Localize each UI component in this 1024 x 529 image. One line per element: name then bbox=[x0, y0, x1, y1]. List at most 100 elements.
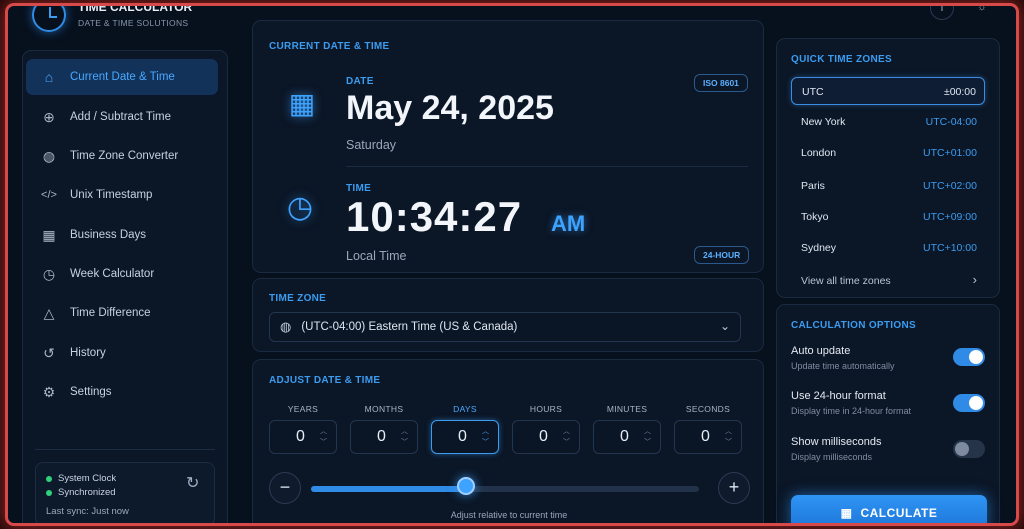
months-stepper[interactable]: 0 ︿ ﹀ bbox=[350, 420, 418, 454]
seconds-stepper[interactable]: 0 ︿ ﹀ bbox=[674, 420, 742, 454]
app-window: TIME CALCULATOR DATE & TIME SOLUTIONS i … bbox=[8, 6, 1016, 523]
ampm: AM bbox=[551, 211, 586, 236]
field-value: 0 bbox=[296, 428, 305, 445]
24-hour-toggle[interactable] bbox=[953, 394, 985, 412]
tz-name: New York bbox=[801, 116, 846, 128]
sidebar-item-current-date-time[interactable]: ⌂ Current Date & Time bbox=[26, 59, 218, 95]
stepper-arrows-icon[interactable]: ︿ ﹀ bbox=[563, 426, 570, 448]
tz-row-tokyo[interactable]: Tokyo UTC+09:00 bbox=[791, 203, 985, 231]
tz-name: Sydney bbox=[801, 242, 837, 254]
field-label: HOURS bbox=[529, 404, 563, 414]
time-zone-value: (UTC-04:00) Eastern Time (US & Canada) bbox=[301, 321, 518, 333]
option-desc: Display time in 24-hour format bbox=[791, 406, 912, 416]
tz-name: Tokyo bbox=[801, 211, 829, 223]
tz-offset: ±00:00 bbox=[943, 86, 976, 98]
tz-name: London bbox=[801, 147, 837, 159]
sun-icon[interactable]: ☼ bbox=[970, 6, 994, 20]
section-label: CURRENT DATE & TIME bbox=[269, 41, 390, 52]
stepper-arrows-icon[interactable]: ︿ ﹀ bbox=[320, 426, 327, 448]
sidebar-item-history[interactable]: ↺ History bbox=[26, 335, 218, 371]
calculation-options-card: CALCULATION OPTIONS Auto update Update t… bbox=[776, 304, 1000, 523]
years-stepper[interactable]: 0 ︿ ﹀ bbox=[269, 420, 337, 454]
stepper-arrows-icon[interactable]: ︿ ﹀ bbox=[644, 426, 651, 448]
hours-stepper[interactable]: 0 ︿ ﹀ bbox=[512, 420, 580, 454]
stepper-arrows-icon[interactable]: ︿ ﹀ bbox=[482, 426, 489, 448]
app-subtitle: DATE & TIME SOLUTIONS bbox=[78, 18, 189, 28]
history-icon: ↺ bbox=[43, 344, 55, 361]
sidebar-item-time-difference[interactable]: △ Time Difference bbox=[26, 295, 218, 331]
time-zone-select[interactable]: ◍ (UTC-04:00) Eastern Time (US & Canada)… bbox=[269, 312, 741, 342]
tz-row-new-york[interactable]: New York UTC-04:00 bbox=[791, 108, 985, 136]
chevron-right-icon: › bbox=[972, 272, 977, 287]
sidebar-item-label: Unix Timestamp bbox=[70, 189, 153, 201]
refresh-icon[interactable]: ↻ bbox=[186, 473, 199, 493]
calendar-icon: ▦ bbox=[288, 88, 316, 119]
sidebar-item-week-calculator[interactable]: ◷ Week Calculator bbox=[26, 256, 218, 292]
auto-update-toggle[interactable] bbox=[953, 348, 985, 366]
calendar-icon: ▦ bbox=[42, 226, 56, 243]
calculate-label: CALCULATE bbox=[860, 506, 938, 520]
view-all-zones-link[interactable]: View all time zones › bbox=[791, 267, 985, 295]
sidebar-item-label: Business Days bbox=[70, 229, 147, 241]
field-value: 0 bbox=[701, 428, 710, 445]
adjust-hint: Adjust relative to current time bbox=[450, 510, 568, 520]
clock-icon: ◷ bbox=[286, 191, 314, 224]
sidebar-item-label: Add / Subtract Time bbox=[70, 111, 171, 123]
stepper-arrows-icon[interactable]: ︿ ﹀ bbox=[401, 426, 408, 448]
milliseconds-toggle[interactable] bbox=[953, 440, 985, 458]
days-stepper[interactable]: 0 ︿ ﹀ bbox=[431, 420, 499, 454]
adjust-card: ADJUST DATE & TIME YEARS 0 ︿ ﹀ MONTHS 0 ︿… bbox=[252, 359, 764, 523]
calculate-button[interactable]: ▦ CALCULATE bbox=[791, 495, 987, 523]
tz-name: UTC bbox=[802, 86, 824, 98]
sidebar-item-time-zone-converter[interactable]: ◍ Time Zone Converter bbox=[26, 138, 218, 174]
time-sub: Local Time bbox=[346, 249, 407, 263]
sidebar-item-business-days[interactable]: ▦ Business Days bbox=[26, 217, 218, 253]
adjust-slider[interactable] bbox=[311, 486, 699, 492]
clock-icon: ◷ bbox=[42, 265, 56, 282]
months-field: MONTHS 0 ︿ ﹀ bbox=[350, 404, 418, 454]
quick-time-zones-card: QUICK TIME ZONES UTC ±00:00 New York UTC… bbox=[776, 38, 1000, 298]
app-title: TIME CALCULATOR bbox=[78, 6, 193, 14]
code-icon: </> bbox=[41, 189, 57, 201]
option-title: Auto update bbox=[791, 345, 851, 357]
seconds-field: SECONDS 0 ︿ ﹀ bbox=[674, 404, 742, 454]
tz-row-paris[interactable]: Paris UTC+02:00 bbox=[791, 172, 985, 200]
time-zone-label: TIME ZONE bbox=[269, 293, 327, 304]
field-label: YEARS bbox=[287, 404, 319, 414]
sync-line2: Synchronized bbox=[58, 487, 116, 498]
option-desc: Display milliseconds bbox=[791, 452, 873, 462]
status-dot bbox=[46, 476, 52, 482]
tz-row-utc[interactable]: UTC ±00:00 bbox=[791, 77, 985, 105]
tz-row-sydney[interactable]: Sydney UTC+10:00 bbox=[791, 234, 985, 262]
adjust-label: ADJUST DATE & TIME bbox=[269, 375, 381, 386]
tz-offset: UTC+09:00 bbox=[923, 211, 977, 223]
sidebar-item-unix-timestamp[interactable]: </> Unix Timestamp bbox=[26, 177, 218, 213]
sidebar-item-label: Time Zone Converter bbox=[70, 150, 179, 162]
stepper-arrows-icon[interactable]: ︿ ﹀ bbox=[725, 426, 732, 448]
tz-row-london[interactable]: London UTC+01:00 bbox=[791, 139, 985, 167]
gear-icon: ⚙ bbox=[42, 383, 56, 400]
time-zone-card: TIME ZONE ◍ (UTC-04:00) Eastern Time (US… bbox=[252, 278, 764, 352]
field-label: DAYS bbox=[453, 404, 477, 414]
hours-field: HOURS 0 ︿ ﹀ bbox=[512, 404, 580, 454]
globe-icon: ◍ bbox=[42, 147, 56, 164]
tz-name: Paris bbox=[801, 180, 825, 192]
sidebar-item-settings[interactable]: ⚙ Settings bbox=[26, 374, 218, 410]
sidebar-item-label: Week Calculator bbox=[70, 268, 155, 280]
field-value: 0 bbox=[539, 428, 548, 445]
increase-button[interactable]: + bbox=[718, 472, 750, 504]
minutes-stepper[interactable]: 0 ︿ ﹀ bbox=[593, 420, 661, 454]
tz-offset: UTC+02:00 bbox=[923, 180, 977, 192]
quick-zones-label: QUICK TIME ZONES bbox=[791, 54, 892, 65]
iso-badge: ISO 8601 bbox=[694, 74, 748, 92]
format-badge: 24-HOUR bbox=[694, 246, 750, 264]
divider bbox=[346, 166, 748, 167]
slider-handle[interactable] bbox=[457, 477, 476, 495]
info-icon[interactable]: i bbox=[930, 6, 954, 20]
date-value: May 24, 2025 bbox=[346, 89, 554, 127]
tz-offset: UTC+01:00 bbox=[923, 147, 977, 159]
decrease-button[interactable]: − bbox=[269, 472, 301, 504]
sidebar-divider bbox=[35, 449, 215, 450]
sidebar-item-add-subtract-time[interactable]: ⊕ Add / Subtract Time bbox=[26, 99, 218, 135]
weekday: Saturday bbox=[346, 138, 397, 152]
